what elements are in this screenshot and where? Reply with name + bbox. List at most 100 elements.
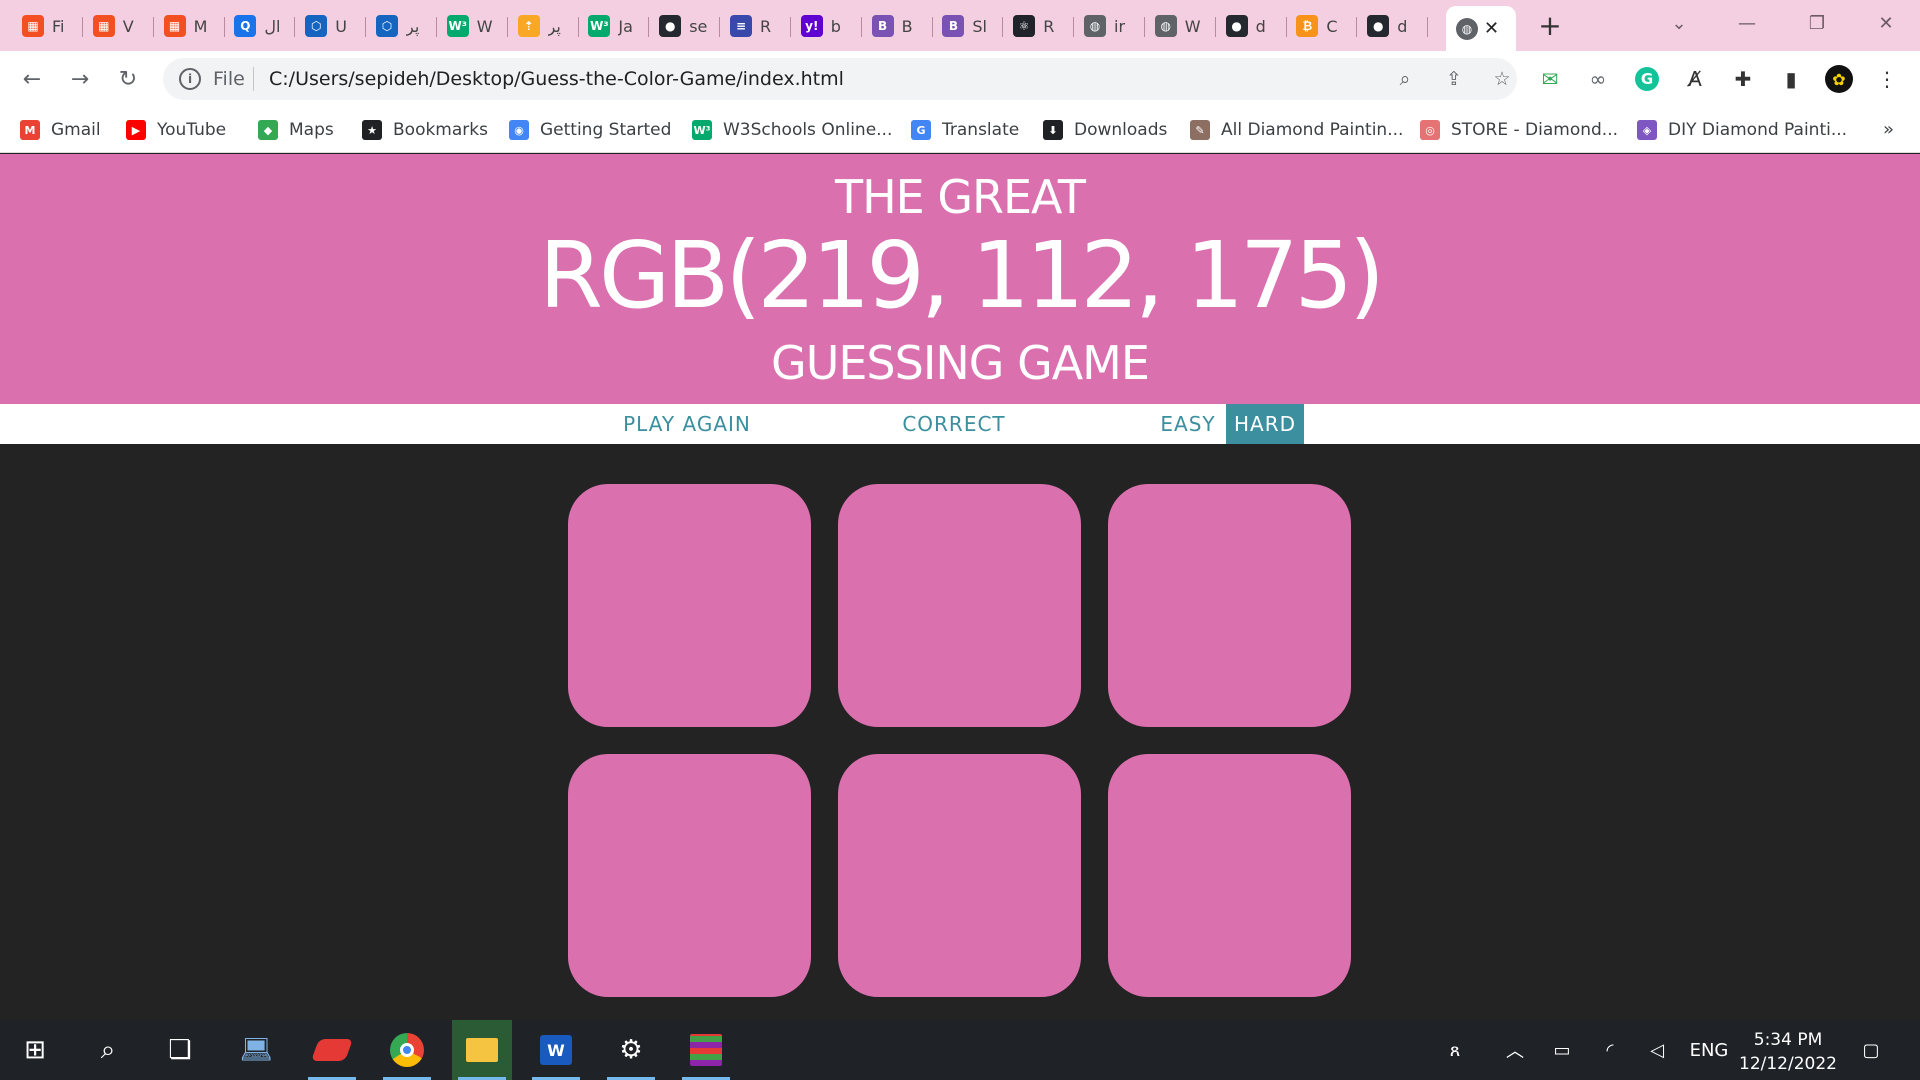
color-square[interactable] bbox=[838, 754, 1081, 997]
active-browser-tab[interactable]: ◍ ✕ bbox=[1446, 6, 1516, 51]
browser-tab[interactable]: W³ Ja bbox=[578, 9, 650, 43]
globe-icon: ◍ bbox=[1084, 15, 1106, 37]
yahoo-icon: y! bbox=[800, 15, 823, 37]
volume-icon[interactable]: ◁ bbox=[1642, 1020, 1672, 1080]
bookmark-item[interactable]: G Translate bbox=[911, 117, 1019, 143]
share-icon[interactable]: ⇪ bbox=[1441, 66, 1467, 92]
browser-tab[interactable]: ▦ M bbox=[154, 9, 225, 43]
bookmark-item[interactable]: ◎ STORE - Diamond... bbox=[1420, 117, 1618, 143]
browser-tab[interactable]: ● d bbox=[1357, 9, 1429, 43]
tab-title: b bbox=[830, 16, 841, 36]
bookmark-item[interactable]: ◉ Getting Started bbox=[509, 117, 671, 143]
github-icon: ● bbox=[659, 15, 682, 37]
menu-kebab-icon[interactable]: ⋮ bbox=[1872, 64, 1902, 94]
browser-tab[interactable]: BB bbox=[862, 9, 933, 43]
new-tab-button[interactable]: + bbox=[1534, 8, 1566, 42]
w3-icon: W³ bbox=[692, 120, 712, 140]
extension-mail-icon[interactable]: ✉ bbox=[1535, 64, 1565, 94]
tab-title: W bbox=[476, 16, 493, 36]
bookmark-item[interactable]: ▶ YouTube bbox=[126, 117, 226, 143]
bookmark-item[interactable]: ⬇ Downloads bbox=[1043, 117, 1167, 143]
extensions-puzzle-icon[interactable]: ✚ bbox=[1728, 64, 1758, 94]
bookmark-item[interactable]: M Gmail bbox=[20, 117, 101, 143]
bookmark-label: YouTube bbox=[157, 120, 227, 140]
settings-icon[interactable]: ⚙ bbox=[601, 1020, 661, 1080]
bookmark-item[interactable]: ◈ DIY Diamond Painti... bbox=[1637, 117, 1847, 143]
side-panel-icon[interactable]: ▮ bbox=[1776, 64, 1806, 94]
task-view-icon[interactable]: ❏ bbox=[150, 1020, 210, 1080]
tab-search-icon[interactable]: ⌄ bbox=[1659, 6, 1699, 40]
chrome-icon[interactable] bbox=[377, 1020, 437, 1080]
easy-mode-button[interactable]: EASY bbox=[1150, 404, 1226, 444]
spellcheck-icon[interactable]: A̸ bbox=[1680, 64, 1710, 94]
notifications-icon[interactable]: ▢ bbox=[1854, 1020, 1888, 1080]
search-icon[interactable]: ⌕ bbox=[78, 1020, 138, 1080]
close-tab-icon[interactable]: ✕ bbox=[1484, 18, 1499, 39]
gmail-icon: M bbox=[20, 120, 40, 140]
browser-tab[interactable]: ⇡ پر bbox=[508, 9, 579, 43]
browser-tab[interactable]: W³ W bbox=[437, 9, 508, 43]
react-icon: ⚛ bbox=[1013, 15, 1036, 37]
bookmark-star-icon[interactable]: ☆ bbox=[1489, 66, 1515, 92]
clock[interactable]: 5:34 PM 12/12/2022 bbox=[1733, 1028, 1843, 1076]
restore-button[interactable]: ❐ bbox=[1797, 6, 1837, 40]
people-icon[interactable]: ጸ bbox=[1440, 1020, 1470, 1080]
url-text[interactable]: C:/Users/sepideh/Desktop/Guess-the-Color… bbox=[269, 68, 844, 90]
browser-tab[interactable]: ◍ W bbox=[1145, 9, 1216, 43]
browser-tab[interactable]: Q ال bbox=[224, 9, 296, 43]
word-icon[interactable]: W bbox=[526, 1020, 586, 1080]
browser-tab[interactable]: y! b bbox=[791, 9, 862, 43]
grammarly-icon[interactable]: G bbox=[1632, 64, 1662, 94]
arrow-icon: ⇡ bbox=[517, 15, 540, 37]
bookmarks-overflow-button[interactable]: » bbox=[1883, 119, 1894, 140]
profile-avatar[interactable]: ✿ bbox=[1824, 64, 1854, 94]
browser-tab[interactable]: ▦ V bbox=[83, 9, 154, 43]
browser-tab[interactable]: ≡ R bbox=[720, 9, 791, 43]
browser-tab[interactable]: ● se bbox=[649, 9, 721, 43]
browser-tab[interactable]: ⬡ U bbox=[295, 9, 367, 43]
winrar-icon[interactable] bbox=[676, 1020, 736, 1080]
laptop-icon[interactable]: 💻︎ bbox=[226, 1020, 286, 1080]
info-icon[interactable]: i bbox=[179, 68, 201, 90]
extension-link-icon[interactable]: ∞ bbox=[1583, 64, 1613, 94]
color-square[interactable] bbox=[1108, 484, 1351, 727]
microsoft-icon: ▦ bbox=[22, 15, 44, 37]
stripes-icon: ≡ bbox=[730, 15, 752, 37]
zoom-icon[interactable]: ⌕ bbox=[1392, 66, 1418, 92]
color-square[interactable] bbox=[1108, 754, 1351, 997]
bookmark-item[interactable]: W³ W3Schools Online... bbox=[692, 117, 892, 143]
browser-tab[interactable]: B Sl bbox=[932, 9, 1004, 43]
start-icon[interactable]: ⊞ bbox=[5, 1020, 65, 1080]
tab-title: Sl bbox=[972, 16, 987, 36]
close-window-button[interactable]: ✕ bbox=[1866, 6, 1906, 40]
github-icon: ● bbox=[1367, 15, 1390, 37]
battery-icon[interactable]: ▭ bbox=[1545, 1020, 1579, 1080]
hard-mode-button[interactable]: HARD bbox=[1226, 404, 1304, 444]
reload-button[interactable]: ↻ bbox=[110, 61, 146, 97]
bookmark-item[interactable]: ✎ All Diamond Paintin... bbox=[1190, 117, 1403, 143]
address-bar[interactable]: i File C:/Users/sepideh/Desktop/Guess-th… bbox=[163, 58, 1517, 100]
tab-title: U bbox=[335, 16, 347, 36]
tab-title: Fi bbox=[52, 16, 65, 36]
wifi-icon[interactable]: ◜ bbox=[1595, 1020, 1625, 1080]
tab-title: ir bbox=[1114, 16, 1126, 36]
browser-tab[interactable]: ● d bbox=[1216, 9, 1287, 43]
browser-tab[interactable]: ◍ ir bbox=[1074, 9, 1145, 43]
browser-tab[interactable]: ▦ Fi bbox=[12, 9, 83, 43]
color-square[interactable] bbox=[568, 484, 811, 727]
browser-tab[interactable]: ⬡ پر bbox=[366, 9, 437, 43]
back-button[interactable]: ← bbox=[14, 61, 50, 97]
browser-tab[interactable]: ⚛ R bbox=[1003, 9, 1075, 43]
minimize-button[interactable]: — bbox=[1727, 6, 1767, 40]
file-explorer-icon[interactable] bbox=[452, 1020, 512, 1080]
app-red-icon[interactable] bbox=[302, 1020, 362, 1080]
play-again-button[interactable]: PLAY AGAIN bbox=[612, 404, 762, 444]
color-square[interactable] bbox=[838, 484, 1081, 727]
forward-button[interactable]: → bbox=[62, 61, 98, 97]
bookmark-item[interactable]: ◆ Maps bbox=[258, 117, 334, 143]
show-hidden-icons-chevron[interactable]: ︿ bbox=[1500, 1020, 1530, 1080]
bookmark-item[interactable]: ★ Bookmarks bbox=[362, 117, 488, 143]
browser-tab[interactable]: ₿ C bbox=[1286, 9, 1358, 43]
language-indicator[interactable]: ENG bbox=[1686, 1020, 1732, 1080]
color-square[interactable] bbox=[568, 754, 811, 997]
